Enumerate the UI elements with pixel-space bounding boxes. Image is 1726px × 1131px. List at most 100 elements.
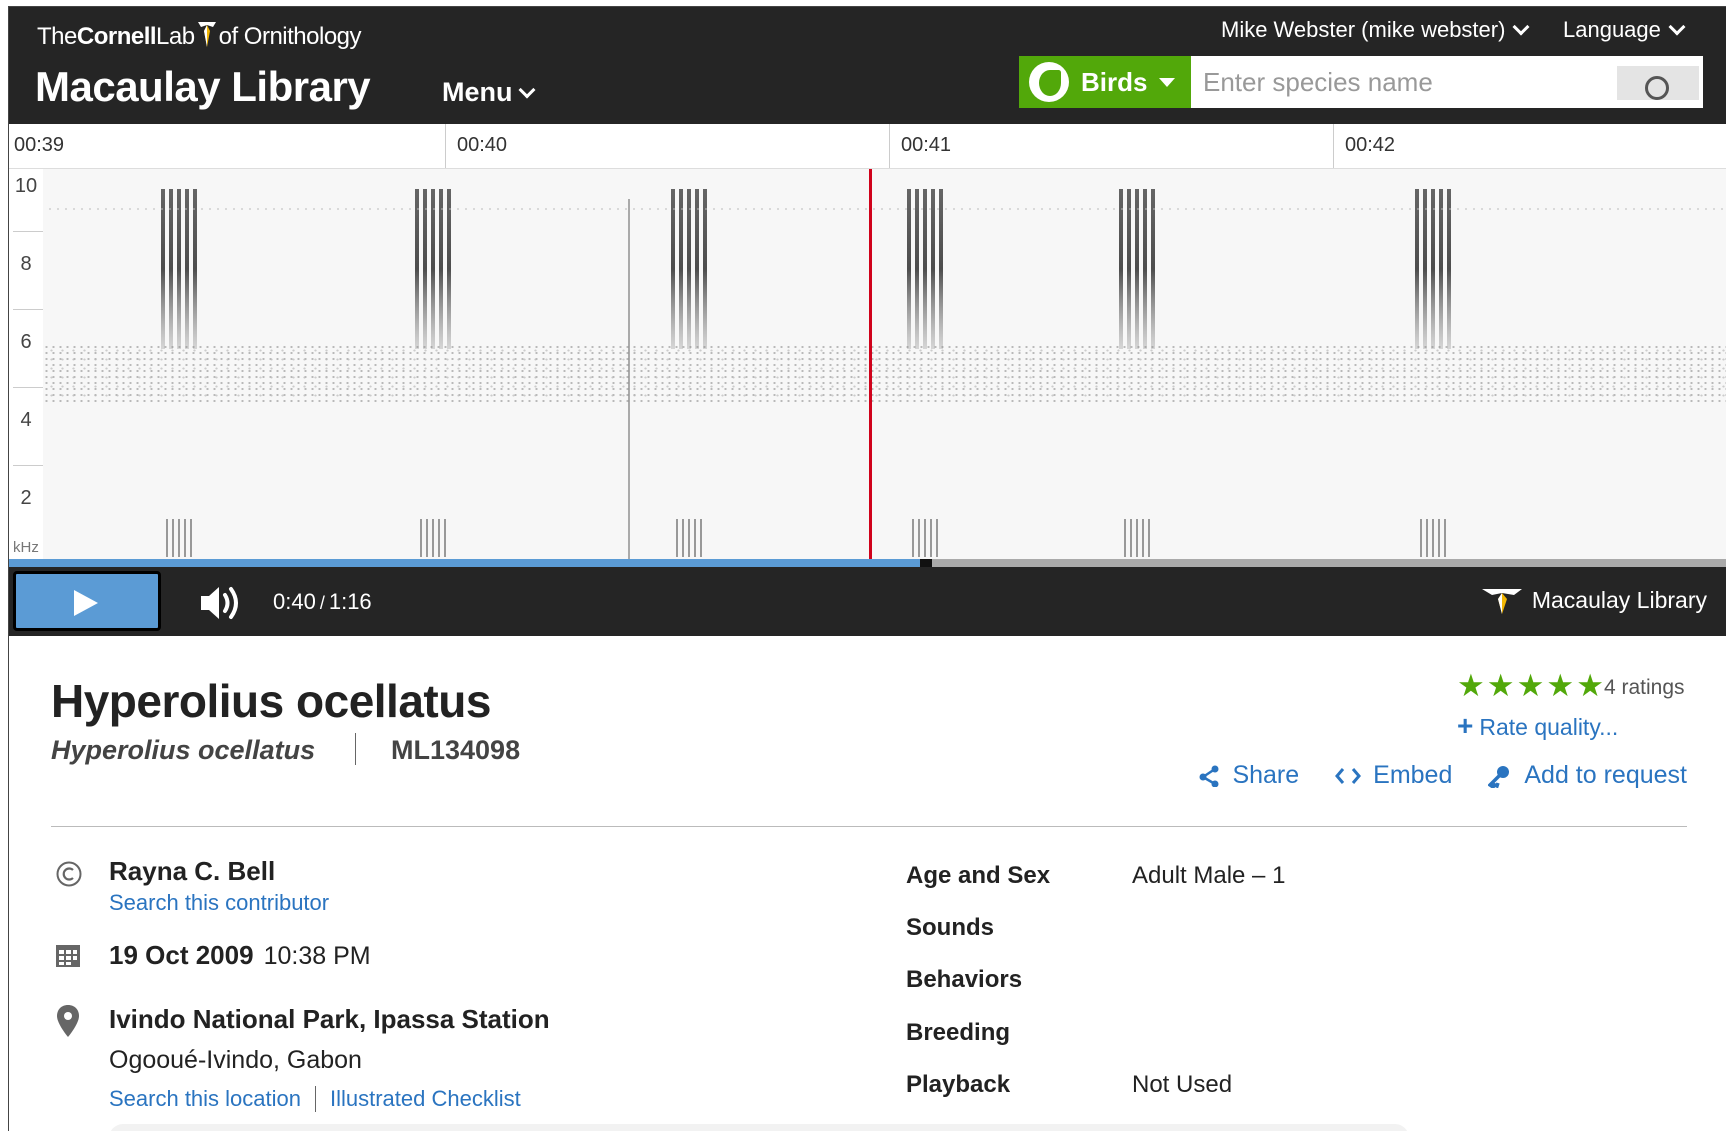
embed-button[interactable]: Embed <box>1335 761 1452 790</box>
attribute-key: Age and Sex <box>906 862 1051 889</box>
low-frequency-pulse <box>682 519 684 557</box>
location-name: Ivindo National Park, Ipassa Station <box>109 1004 550 1034</box>
code-icon <box>1335 767 1362 784</box>
low-frequency-pulse <box>432 519 434 557</box>
call-pulse <box>907 189 911 349</box>
low-frequency-pulse <box>420 519 422 557</box>
add-to-request-button[interactable]: Add to request <box>1488 761 1687 790</box>
call-pulse <box>1415 189 1419 349</box>
attribute-row: Playback Not Used <box>906 1071 1232 1099</box>
share-button[interactable]: Share <box>1198 761 1299 790</box>
current-time: 0:40 <box>273 589 316 614</box>
time-ruler[interactable]: 00:39 00:40 00:41 00:42 <box>9 124 1726 169</box>
search-button[interactable] <box>1611 56 1703 108</box>
call-pulse <box>1431 189 1435 349</box>
user-name: Mike Webster (mike webster) <box>1221 17 1506 42</box>
call-pulse <box>679 189 683 349</box>
scientific-name: Hyperolius ocellatus <box>51 735 316 765</box>
macaulay-player-logo[interactable]: Macaulay Library <box>1480 585 1707 615</box>
playback-time: 0:40/1:16 <box>273 589 372 615</box>
language-label: Language <box>1563 17 1661 42</box>
attribute-row: Age and Sex Adult Male – 1 <box>906 862 1285 890</box>
low-frequency-pulse <box>930 519 932 557</box>
menu-label: Menu <box>442 77 513 107</box>
link-separator <box>315 1086 316 1112</box>
low-frequency-pulse <box>172 519 174 557</box>
playhead-line[interactable] <box>869 169 872 559</box>
low-frequency-pulse <box>444 519 446 557</box>
taxon-selector-button[interactable]: Birds <box>1019 56 1191 108</box>
catalog-number: ML134098 <box>391 735 521 765</box>
divider <box>355 733 356 765</box>
spectrogram[interactable]: 10 8 6 4 2 kHz <box>9 169 1726 559</box>
playback-progress-bar[interactable] <box>9 559 1726 567</box>
star-icon: ★ <box>1486 668 1515 703</box>
chevron-down-icon <box>1512 18 1530 36</box>
low-frequency-pulse <box>1124 519 1126 557</box>
rate-quality-link[interactable]: + Rate quality... <box>1457 710 1618 742</box>
low-frequency-pulse <box>426 519 428 557</box>
attribute-value: Adult Male – 1 <box>1132 862 1286 889</box>
call-pulse <box>447 189 451 349</box>
low-frequency-pulse <box>1136 519 1138 557</box>
attribute-key: Playback <box>906 1071 1011 1098</box>
low-frequency-pulse <box>924 519 926 557</box>
call-pulse <box>439 189 443 349</box>
chevron-down-icon <box>1668 18 1686 36</box>
y-axis-tick <box>13 309 43 310</box>
location-pin-icon <box>57 1005 79 1037</box>
call-pulse <box>687 189 691 349</box>
chevron-down-icon <box>518 81 535 98</box>
ratings-count: 4 ratings <box>1604 676 1685 699</box>
call-pulse <box>169 189 173 349</box>
user-account-menu[interactable]: Mike Webster (mike webster) <box>1221 17 1530 43</box>
star-icon: ★ <box>1516 668 1545 703</box>
species-search-input[interactable] <box>1191 56 1611 108</box>
calendar-icon <box>56 945 80 967</box>
attribute-value: Not Used <box>1132 1071 1233 1098</box>
player-logo-text: Macaulay Library <box>1531 586 1707 613</box>
y-axis-label: 2 <box>20 487 32 509</box>
call-pulse <box>1127 189 1131 349</box>
logo-text-bold: Cornell <box>76 22 157 50</box>
cornell-lab-logo[interactable]: TheCornellLab of Ornithology <box>37 19 362 56</box>
site-header: TheCornellLab of Ornithology Macaulay Lib… <box>9 7 1726 124</box>
call-pulse <box>1119 189 1123 349</box>
rating-stars: ★ ★ ★ ★ ★ <box>1457 670 1604 701</box>
volume-icon[interactable] <box>199 583 245 628</box>
star-icon: ★ <box>1576 668 1604 703</box>
copyright-icon <box>56 861 82 887</box>
progress-handle[interactable] <box>919 559 932 567</box>
low-frequency-pulse <box>1148 519 1150 557</box>
section-divider <box>51 826 1687 827</box>
macaulay-library-title[interactable]: Macaulay Library <box>35 63 371 111</box>
location-region: Ogooué-Ivindo, Gabon <box>109 1046 362 1074</box>
call-pulse <box>1439 189 1443 349</box>
y-axis-label: 10 <box>14 175 38 197</box>
attribute-row: Sounds <box>906 914 1132 942</box>
illustrated-checklist-link[interactable]: Illustrated Checklist <box>330 1086 521 1112</box>
main-menu-button[interactable]: Menu <box>442 77 535 108</box>
call-pulse <box>1135 189 1139 349</box>
cornell-bird-icon <box>196 19 218 56</box>
low-frequency-pulse <box>438 519 440 557</box>
low-frequency-pulse <box>190 519 192 557</box>
search-contributor-link[interactable]: Search this contributor <box>109 890 329 916</box>
contributor-name[interactable]: Rayna C. Bell <box>109 856 275 887</box>
search-location-link[interactable]: Search this location <box>109 1086 301 1112</box>
species-title: Hyperolius ocellatus <box>51 675 491 727</box>
language-menu[interactable]: Language <box>1563 17 1686 43</box>
attribute-row: Breeding <box>906 1019 1132 1047</box>
play-button[interactable] <box>13 571 161 631</box>
asset-details: Hyperolius ocellatus Hyperolius ocellatu… <box>9 636 1726 1131</box>
call-pulse <box>1143 189 1147 349</box>
frequency-unit: kHz <box>13 539 39 556</box>
caret-down-icon <box>1159 77 1176 87</box>
call-pulse <box>423 189 427 349</box>
time-value: 10:38 PM <box>263 942 371 970</box>
call-pulse <box>931 189 935 349</box>
star-icon: ★ <box>1546 668 1575 703</box>
call-pulse <box>1151 189 1155 349</box>
duration: 1:16 <box>328 589 372 614</box>
attribute-key: Breeding <box>906 1019 1011 1046</box>
